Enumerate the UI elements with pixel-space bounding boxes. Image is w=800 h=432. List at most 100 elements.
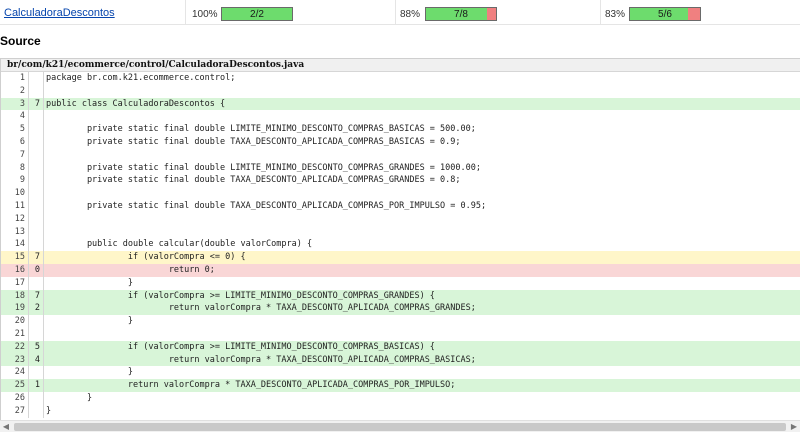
line-number: 19: [1, 302, 29, 316]
hit-count: [30, 110, 44, 124]
source-text: package br.com.k21.ecommerce.control;: [46, 73, 236, 83]
line-number: 15: [1, 251, 29, 264]
source-line: 8 private static final double LIMITE_MIN…: [1, 161, 800, 175]
metric-cell: 88% 7/8: [395, 0, 600, 25]
hit-count: 0: [30, 263, 44, 277]
source-line: 13: [1, 225, 800, 239]
horizontal-scrollbar[interactable]: ◀ ▶: [0, 420, 800, 432]
source-text: private static final double TAXA_DESCONT…: [46, 200, 487, 211]
line-number: 21: [1, 327, 29, 341]
metric-percent: 88%: [400, 9, 421, 20]
hit-count: [30, 148, 44, 162]
source-line: 6 private static final double TAXA_DESCO…: [1, 135, 800, 149]
line-number: 8: [1, 161, 29, 175]
metric-cell: 83% 5/6: [600, 0, 800, 25]
hit-count: [30, 366, 44, 380]
source-text: return valorCompra * TAXA_DESCONTO_APLIC…: [46, 303, 476, 314]
source-text: if (valorCompra <= 0) {: [46, 252, 246, 263]
hit-count: [30, 84, 44, 98]
source-line: 16 0 return 0;: [1, 263, 800, 277]
source-line: 11 private static final double TAXA_DESC…: [1, 199, 800, 213]
hit-count: [30, 199, 44, 213]
source-line: 5 private static final double LIMITE_MIN…: [1, 123, 800, 136]
hit-count: [30, 315, 44, 328]
source-text: return valorCompra * TAXA_DESCONTO_APLIC…: [46, 380, 456, 391]
chevron-left-icon[interactable]: ◀: [0, 421, 12, 432]
hit-count: [30, 276, 44, 290]
source-text: public double calcular(double valorCompr…: [46, 239, 313, 250]
source-text: }: [46, 367, 133, 378]
source-line: 27}: [1, 404, 800, 418]
source-line: 1 package br.com.k21.ecommerce.control;: [1, 72, 800, 85]
hit-count: [30, 72, 44, 85]
line-number: 12: [1, 212, 29, 226]
hit-count: [30, 187, 44, 200]
hit-count: 7: [30, 251, 44, 264]
source-line: 3 7 public class CalculadoraDescontos {: [1, 97, 800, 111]
section-title: Source: [0, 34, 41, 48]
line-number: 10: [1, 187, 29, 200]
source-panel: br/com/k21/ecommerce/control/Calculadora…: [0, 58, 800, 432]
source-code: 1 package br.com.k21.ecommerce.control; 2 3…: [1, 72, 800, 418]
source-text: return valorCompra * TAXA_DESCONTO_APLIC…: [46, 354, 476, 365]
source-line: 7: [1, 148, 800, 162]
source-text: private static final double TAXA_DESCONT…: [46, 136, 461, 147]
coverage-bar-label: 5/6: [658, 9, 672, 20]
line-number: 11: [1, 199, 29, 213]
file-path: br/com/k21/ecommerce/control/Calculadora…: [1, 59, 800, 72]
hit-count: [30, 404, 44, 418]
hit-count: [30, 238, 44, 252]
source-line: 4: [1, 110, 800, 124]
hit-count: [30, 174, 44, 188]
line-number: 20: [1, 315, 29, 328]
line-number: 18: [1, 289, 29, 303]
source-line: 19 2 return valorCompra * TAXA_DESCONTO_A…: [1, 302, 800, 316]
coverage-bar-label: 7/8: [454, 9, 468, 20]
line-number: 4: [1, 110, 29, 124]
source-text: }: [46, 392, 93, 403]
source-line: 25 1 return valorCompra * TAXA_DESCONTO_A…: [1, 379, 800, 392]
source-text: if (valorCompra >= LIMITE_MINIMO_DESCONT…: [46, 290, 435, 301]
hit-count: 1: [30, 379, 44, 392]
source-line: 20 }: [1, 315, 800, 328]
line-number: 13: [1, 225, 29, 239]
line-number: 26: [1, 391, 29, 405]
source-line: 17 }: [1, 276, 800, 290]
line-number: 5: [1, 123, 29, 136]
coverage-bar-label: 2/2: [250, 9, 264, 20]
line-number: 24: [1, 366, 29, 380]
line-number: 14: [1, 238, 29, 252]
coverage-bar: 2/2: [221, 7, 293, 21]
line-number: 2: [1, 84, 29, 98]
source-line: 22 5 if (valorCompra >= LIMITE_MINIMO_DES…: [1, 340, 800, 354]
source-text: private static final double TAXA_DESCONT…: [46, 175, 461, 186]
source-text: }: [46, 277, 133, 288]
source-text: public class CalculadoraDescontos {: [46, 98, 226, 109]
line-number: 22: [1, 340, 29, 354]
metric-percent: 83%: [605, 9, 626, 20]
source-line: 9 private static final double TAXA_DESCO…: [1, 174, 800, 188]
source-text: return 0;: [46, 264, 215, 275]
source-line: 18 7 if (valorCompra >= LIMITE_MINIMO_DES…: [1, 289, 800, 303]
metric-percent: 100%: [192, 9, 218, 20]
scrollbar-thumb[interactable]: [14, 423, 786, 431]
line-number: 16: [1, 263, 29, 277]
line-number: 6: [1, 135, 29, 149]
line-number: 27: [1, 404, 29, 418]
hit-count: [30, 123, 44, 136]
source-line: 2: [1, 84, 800, 98]
hit-count: [30, 225, 44, 239]
source-line: 23 4 return valorCompra * TAXA_DESCONTO_A…: [1, 353, 800, 367]
source-text: if (valorCompra >= LIMITE_MINIMO_DESCONT…: [46, 341, 435, 352]
line-number: 1: [1, 72, 29, 85]
class-link[interactable]: CalculadoraDescontos: [4, 7, 115, 19]
hit-count: 4: [30, 353, 44, 367]
hit-count: [30, 135, 44, 149]
line-number: 23: [1, 353, 29, 367]
source-text: }: [46, 316, 133, 327]
chevron-right-icon[interactable]: ▶: [788, 421, 800, 432]
line-number: 7: [1, 148, 29, 162]
hit-count: 2: [30, 302, 44, 316]
source-text: private static final double LIMITE_MINIM…: [46, 124, 476, 135]
source-line: 15 7 if (valorCompra <= 0) {: [1, 251, 800, 264]
